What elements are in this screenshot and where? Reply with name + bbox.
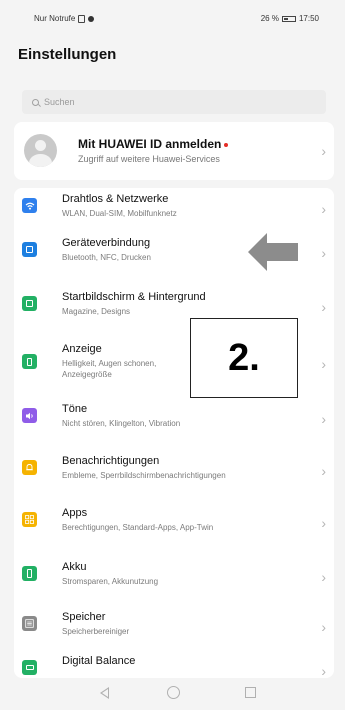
settings-item-battery[interactable]: Akku Stromsparen, Akkunutzung › xyxy=(14,556,334,596)
settings-item-sub: Helligkeit, Augen schonen, xyxy=(62,359,157,368)
settings-screen: Nur Notrufe 26 % 17:50 Einstellungen Suc… xyxy=(0,0,345,710)
back-icon[interactable] xyxy=(100,687,109,699)
avatar xyxy=(24,134,57,167)
chevron-right-icon: › xyxy=(321,463,326,479)
search-input[interactable]: Suchen xyxy=(22,90,326,114)
settings-item-label: Apps xyxy=(62,507,88,519)
notification-dot-icon xyxy=(88,15,95,22)
settings-item-storage[interactable]: Speicher Speicherbereiniger › xyxy=(14,606,334,646)
navigation-bar xyxy=(0,680,345,710)
settings-item-sub: WLAN, Dual-SIM, Mobilfunknetz xyxy=(62,209,177,218)
wallpaper-icon xyxy=(22,296,37,311)
chevron-right-icon: › xyxy=(321,515,326,531)
sim-icon xyxy=(78,14,86,23)
settings-item-sub-line2: Anzeigegröße xyxy=(62,370,112,379)
settings-item-label: Digital Balance xyxy=(62,655,136,667)
settings-item-label: Drahtlos & Netzwerke xyxy=(62,193,169,205)
settings-item-sub: Speicherbereiniger xyxy=(62,627,130,636)
search-placeholder: Suchen xyxy=(44,97,75,107)
page-title: Einstellungen xyxy=(18,46,117,63)
apps-icon xyxy=(22,512,37,527)
home-icon[interactable] xyxy=(167,686,180,699)
huawei-id-signin[interactable]: Mit HUAWEI ID anmelden Zugriff auf weite… xyxy=(14,122,334,180)
chevron-right-icon: › xyxy=(321,356,326,372)
chevron-right-icon: › xyxy=(321,201,326,217)
settings-item-sub: Stromsparen, Akkunutzung xyxy=(62,577,159,586)
wifi-icon xyxy=(22,198,37,213)
settings-item-label: Startbildschirm & Hintergrund xyxy=(62,291,206,303)
battery-icon xyxy=(22,566,37,581)
settings-item-notifications[interactable]: Benachrichtigungen Embleme, Sperrbildsch… xyxy=(14,450,334,490)
account-title: Mit HUAWEI ID anmelden xyxy=(78,137,222,151)
settings-item-sub: Embleme, Sperrbildschirmbenachrichtigung… xyxy=(62,471,226,480)
chevron-right-icon: › xyxy=(321,245,326,261)
chevron-right-icon: › xyxy=(321,569,326,585)
chevron-right-icon: › xyxy=(321,663,326,678)
chevron-right-icon: › xyxy=(321,143,326,159)
settings-item-label: Anzeige xyxy=(62,343,102,355)
sound-icon xyxy=(22,408,37,423)
search-icon xyxy=(32,98,39,106)
carrier-label: Nur Notrufe xyxy=(34,14,76,23)
step-number-callout: 2. xyxy=(190,318,298,398)
settings-item-wireless[interactable]: Drahtlos & Netzwerke WLAN, Dual-SIM, Mob… xyxy=(14,188,334,228)
settings-item-digital-balance[interactable]: Digital Balance › xyxy=(14,650,334,678)
device-connection-icon xyxy=(22,242,37,257)
battery-percent: 26 % xyxy=(260,14,279,23)
settings-item-label: Akku xyxy=(62,561,87,573)
notification-bell-icon xyxy=(22,460,37,475)
chevron-right-icon: › xyxy=(321,411,326,427)
settings-item-sounds[interactable]: Töne Nicht stören, Klingelton, Vibration… xyxy=(14,398,334,438)
display-icon xyxy=(22,354,37,369)
recent-apps-icon[interactable] xyxy=(245,687,256,698)
settings-item-sub: Bluetooth, NFC, Drucken xyxy=(62,253,151,262)
status-bar: Nur Notrufe 26 % 17:50 xyxy=(0,0,345,34)
chevron-right-icon: › xyxy=(321,299,326,315)
settings-item-sub: Nicht stören, Klingelton, Vibration xyxy=(62,419,181,428)
red-badge-icon xyxy=(224,142,229,147)
settings-item-sub: Berechtigungen, Standard-Apps, App-Twin xyxy=(62,523,214,532)
clock: 17:50 xyxy=(298,14,319,23)
settings-item-label: Geräteverbindung xyxy=(62,237,151,249)
storage-icon xyxy=(22,616,37,631)
battery-status-icon xyxy=(281,15,296,22)
digital-balance-icon xyxy=(22,660,37,675)
chevron-right-icon: › xyxy=(321,619,326,635)
account-subtitle: Zugriff auf weitere Huawei-Services xyxy=(78,154,220,164)
annotation-arrow-icon xyxy=(248,233,298,271)
settings-item-sub: Magazine, Designs xyxy=(62,307,131,316)
settings-item-apps[interactable]: Apps Berechtigungen, Standard-Apps, App-… xyxy=(14,502,334,542)
settings-item-label: Benachrichtigungen xyxy=(62,455,160,467)
settings-item-label: Töne xyxy=(62,403,88,415)
settings-item-label: Speicher xyxy=(62,611,106,623)
